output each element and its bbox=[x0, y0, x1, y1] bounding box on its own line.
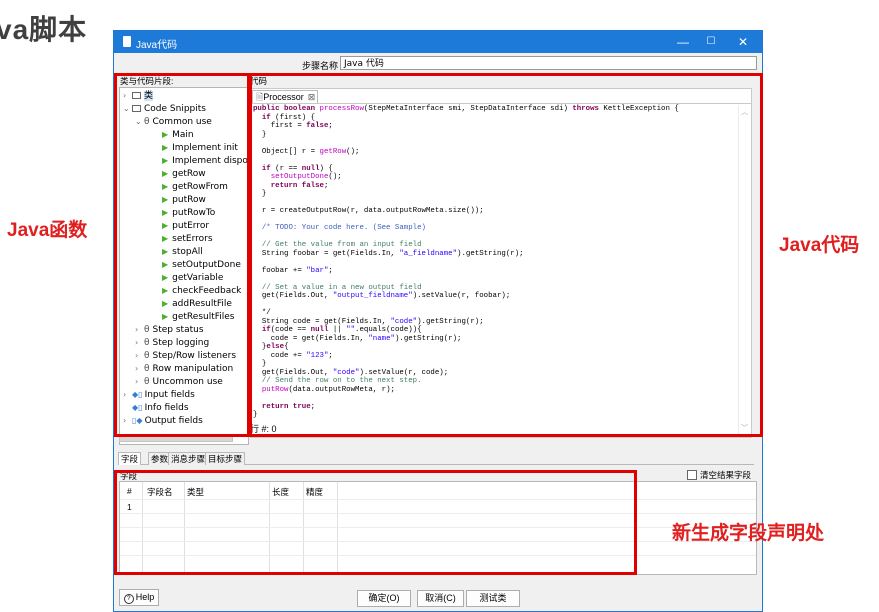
close-button[interactable]: ✕ bbox=[732, 34, 754, 50]
tab-info-steps[interactable]: 消息步骤 bbox=[168, 452, 209, 465]
java-functions-annotation: Java函数 bbox=[7, 220, 88, 241]
new-fields-highlight bbox=[114, 470, 637, 575]
tab-target-steps[interactable]: 目标步骤 bbox=[205, 452, 246, 465]
new-fields-annotation: 新生成字段声明处 bbox=[672, 523, 825, 544]
clear-result-fields-label: 清空结果字段 bbox=[700, 470, 752, 480]
java-functions-highlight bbox=[114, 73, 252, 437]
ok-button[interactable]: 确定(O) bbox=[357, 590, 411, 607]
help-button[interactable]: ? Help bbox=[119, 589, 159, 606]
clear-result-fields-checkbox[interactable] bbox=[687, 470, 697, 480]
app-icon bbox=[123, 36, 131, 47]
step-name-label: 步骤名称 bbox=[302, 61, 339, 71]
java-code-annotation: Java代码 bbox=[779, 235, 860, 256]
step-name-input[interactable]: Java 代码 bbox=[340, 56, 757, 70]
minimize-button[interactable]: — bbox=[672, 34, 694, 50]
slide-title: va脚本 bbox=[0, 14, 88, 45]
maximize-button[interactable]: ☐ bbox=[700, 34, 722, 50]
tab-fields[interactable]: 字段 bbox=[118, 452, 142, 465]
title-bar: Java代码 — ☐ ✕ bbox=[114, 31, 762, 53]
cancel-button[interactable]: 取消(C) bbox=[417, 590, 464, 607]
java-code-highlight bbox=[247, 73, 763, 437]
help-icon: ? bbox=[123, 594, 134, 604]
window-title: Java代码 bbox=[136, 40, 178, 51]
test-class-button[interactable]: 测试类 bbox=[466, 590, 520, 607]
